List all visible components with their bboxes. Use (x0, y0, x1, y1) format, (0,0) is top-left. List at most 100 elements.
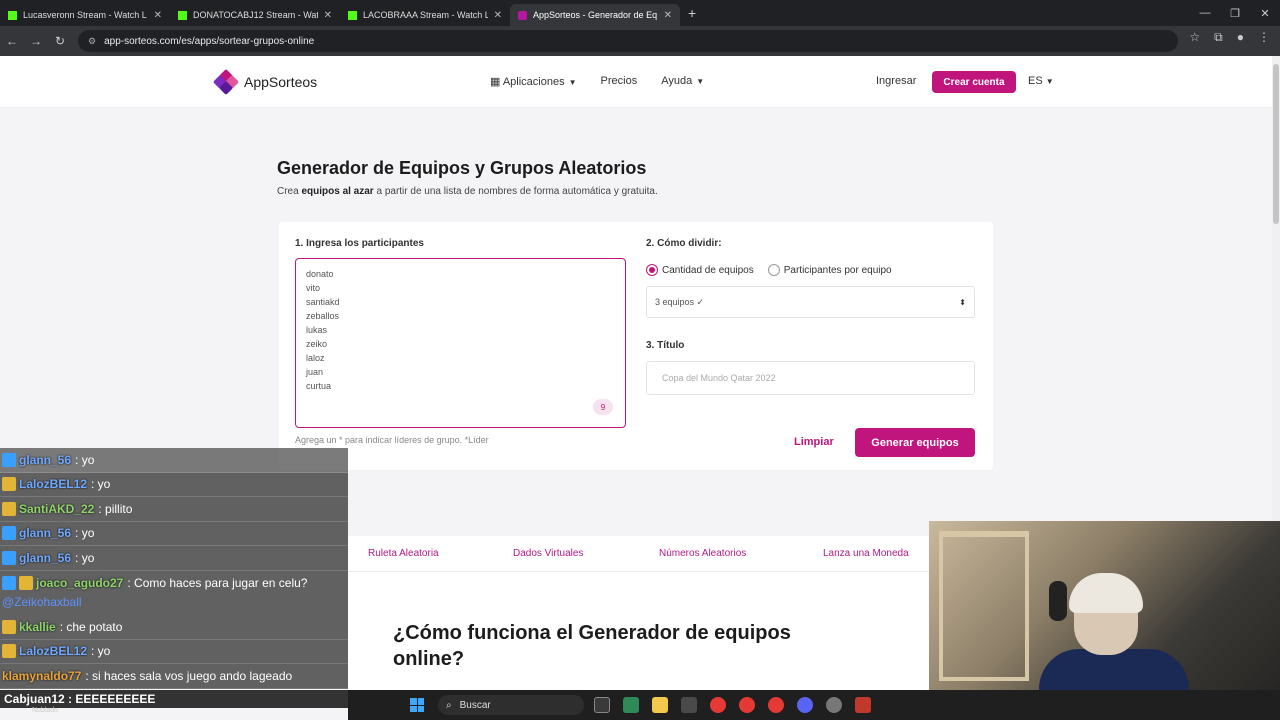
new-tab-icon[interactable]: + (688, 5, 696, 21)
file-explorer-icon[interactable] (652, 697, 668, 713)
chat-line: LalozBEL12: yo (0, 472, 348, 497)
app-icon[interactable] (855, 697, 871, 713)
extensions-icon[interactable]: ⧉ (1214, 30, 1223, 45)
link-coin-flip[interactable]: Lanza una Moneda (823, 548, 909, 559)
webcam-overlay (929, 521, 1280, 690)
how-it-works-section: ¿Cómo funciona el Generador de equipos o… (348, 572, 929, 690)
chrome-icon[interactable] (739, 697, 755, 713)
nav-pricing[interactable]: Precios (601, 75, 638, 88)
generate-teams-button[interactable]: Generar equipos (855, 428, 975, 457)
participant-name: vito (306, 283, 321, 293)
participants-label: 1. Ingresa los participantes (295, 238, 424, 249)
title-label: 3. Título (646, 340, 685, 351)
nav-help[interactable]: Ayuda ▼ (661, 75, 704, 88)
chat-mention: @Zeikohaxball (0, 595, 348, 615)
participant-name: zeballos (306, 311, 340, 321)
chat-badge-icon (2, 550, 16, 565)
stream-chat-overlay: glann_56: yo LalozBEL12: yo SantiAKD_22:… (0, 448, 348, 690)
back-icon[interactable]: ← (0, 34, 24, 48)
chrome-icon[interactable] (768, 697, 784, 713)
bookmark-star-icon[interactable]: ☆ (1189, 30, 1200, 45)
login-link[interactable]: Ingresar (876, 75, 916, 87)
url-input[interactable]: ⚙ app-sorteos.com/es/apps/sortear-grupos… (78, 30, 1178, 52)
page-subtitle: Crea equipos al azar a partir de una lis… (277, 186, 658, 197)
browser-tab-3[interactable]: LACOBRAAA Stream - Watch Li ✕ (340, 4, 510, 26)
participant-count-badge: 9 (593, 399, 613, 415)
chat-badge-icon (2, 477, 16, 492)
browser-tab-bar: Lucasveronn Stream - Watch L ✕ DONATOCABJ… (0, 0, 1280, 26)
radio-per-team[interactable]: Participantes por equipo (767, 264, 892, 276)
obs-icon[interactable] (826, 697, 842, 713)
chat-badge-icon (2, 452, 16, 467)
team-generator-card: 1. Ingresa los participantes donato vito… (279, 222, 993, 470)
close-window-icon[interactable]: ✕ (1250, 7, 1280, 20)
grid-icon: ▦ (490, 76, 503, 88)
chat-line: klamynaldo77: si haces sala vos juego an… (0, 664, 348, 689)
taskbar-search[interactable]: ⌕ Buscar (438, 695, 584, 715)
link-virtual-dice[interactable]: Dados Virtuales (513, 548, 583, 559)
app-icon[interactable] (623, 697, 639, 713)
minimize-icon[interactable]: — (1190, 7, 1220, 19)
windows-taskbar: ⌕ Buscar (348, 690, 1280, 720)
chat-latest-message: Cabjuan12 : EEEEEEEEEE (0, 690, 348, 708)
chat-badge-icon (2, 575, 16, 590)
participant-name: lukas (306, 325, 328, 335)
logo[interactable]: AppSorteos (212, 68, 317, 96)
participant-name: juan (306, 367, 324, 377)
chat-line: glann_56: yo (0, 546, 348, 571)
calculator-icon[interactable] (681, 697, 697, 713)
language-selector[interactable]: ES ▼ (1028, 75, 1054, 87)
divide-options: Cantidad de equipos Participantes por eq… (646, 264, 892, 276)
select-arrows-icon: ⬍ (959, 297, 966, 307)
menu-icon[interactable]: ⋮ (1258, 30, 1270, 45)
link-random-numbers[interactable]: Números Aleatorios (659, 548, 746, 559)
close-tab-icon[interactable]: ✕ (494, 10, 502, 21)
related-apps-bar: Ruleta Aleatoria Dados Virtuales Números… (348, 536, 929, 572)
forward-icon[interactable]: → (24, 34, 48, 48)
title-input[interactable] (646, 361, 975, 395)
profile-icon[interactable]: ● (1237, 30, 1244, 45)
browser-tab-2[interactable]: DONATOCABJ12 Stream - Watc ✕ (170, 4, 340, 26)
discord-icon[interactable] (797, 697, 813, 713)
nav-apps[interactable]: ▦ Aplicaciones ▼ (490, 75, 577, 88)
site-info-icon[interactable]: ⚙ (88, 36, 96, 47)
chat-line: glann_56: yo (0, 448, 348, 473)
window-controls: — ❐ ✕ (1190, 0, 1280, 26)
chat-badge-icon (2, 619, 16, 634)
participant-name: santiakd (306, 297, 340, 307)
scrollbar-thumb[interactable] (1273, 64, 1279, 224)
clear-button[interactable]: Limpiar (794, 436, 834, 448)
chat-badge-icon (2, 526, 16, 541)
chevron-down-icon: ▼ (1045, 77, 1054, 86)
signup-button[interactable]: Crear cuenta (932, 71, 1016, 93)
site-header: AppSorteos ▦ Aplicaciones ▼ Precios Ayuda… (0, 56, 1272, 108)
link-random-wheel[interactable]: Ruleta Aleatoria (368, 548, 439, 559)
search-icon: ⌕ (446, 699, 452, 711)
chevron-down-icon: ▼ (696, 77, 705, 86)
weather-label: Nublado (32, 707, 59, 714)
browser-tab-4[interactable]: AppSorteos - Generador de Eq ✕ (510, 4, 680, 26)
participants-textarea[interactable]: donato vito santiakd zeballos lukas zeik… (295, 258, 626, 428)
team-count-select[interactable]: 3 equipos ✓ ⬍ (646, 286, 975, 318)
close-tab-icon[interactable]: ✕ (664, 10, 672, 21)
task-view-icon[interactable] (594, 697, 610, 713)
address-bar: ← → ↻ ⚙ app-sorteos.com/es/apps/sortear-… (0, 26, 1280, 56)
close-tab-icon[interactable]: ✕ (154, 10, 162, 21)
radio-selected-icon (646, 264, 658, 276)
page-title: Generador de Equipos y Grupos Aleatorios (277, 158, 647, 178)
divide-label: 2. Cómo dividir: (646, 238, 722, 249)
windows-start-icon[interactable] (410, 698, 424, 712)
browser-tab-1[interactable]: Lucasveronn Stream - Watch L ✕ (0, 4, 170, 26)
participant-name: zeiko (306, 339, 328, 349)
leaders-hint: Agrega un * para indicar líderes de grup… (295, 435, 489, 445)
how-it-works-title: ¿Cómo funciona el Generador de equipos o… (393, 622, 791, 670)
radio-team-count[interactable]: Cantidad de equipos (646, 264, 754, 276)
radio-unselected-icon (767, 264, 780, 276)
reload-icon[interactable]: ↻ (48, 34, 72, 48)
chrome-icon[interactable] (710, 697, 726, 713)
kick-icon (8, 10, 17, 20)
close-tab-icon[interactable]: ✕ (324, 10, 332, 21)
maximize-icon[interactable]: ❐ (1220, 7, 1250, 20)
chat-line: glann_56: yo (0, 521, 348, 546)
kick-icon (348, 10, 357, 20)
